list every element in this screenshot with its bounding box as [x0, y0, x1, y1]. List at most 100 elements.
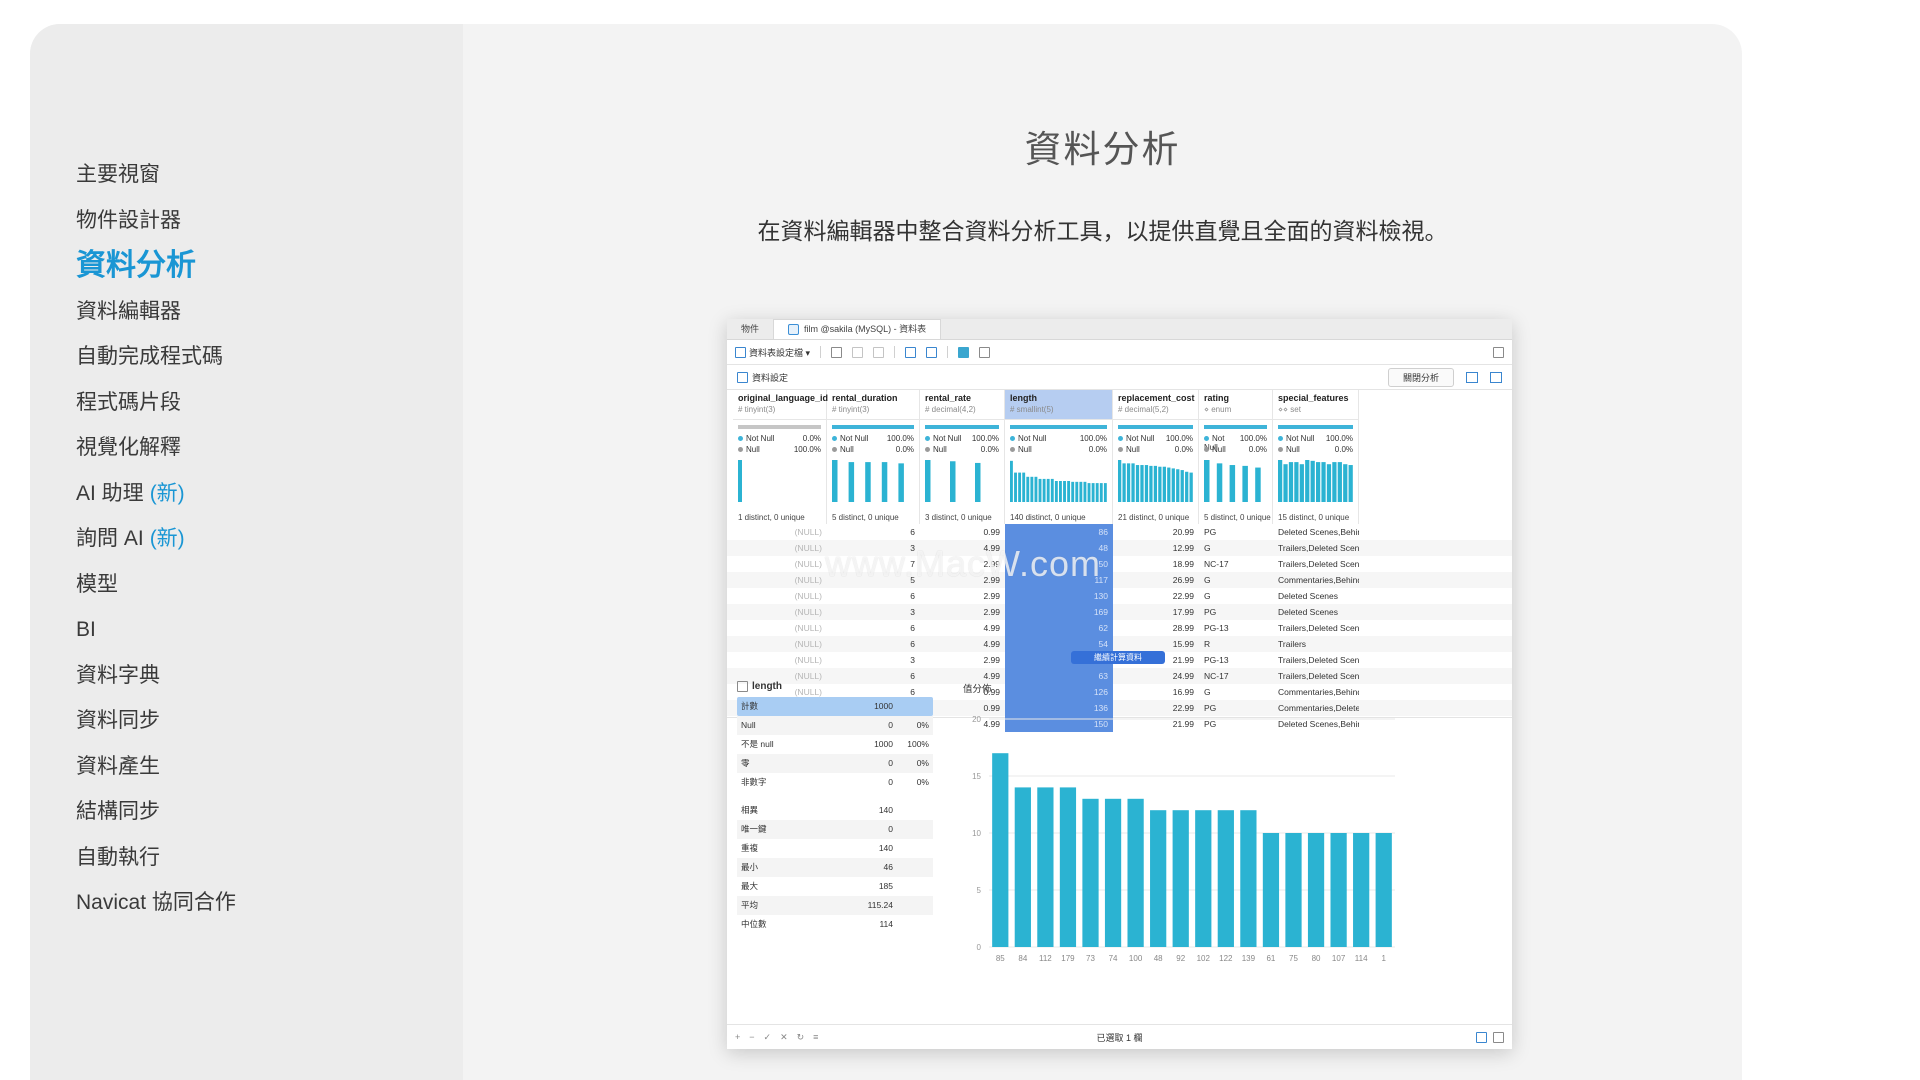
table-row[interactable]: (NULL) 3 2.99 169 17.99 PG Deleted Scenes	[727, 604, 1512, 620]
export-dropdown-icon[interactable]	[979, 346, 991, 358]
table-cell-rental_rate[interactable]: 2.99	[920, 652, 1005, 668]
sidebar-item[interactable]: 資料分析	[76, 243, 236, 289]
table-row[interactable]: (NULL) 6 4.99 62 28.99 PG-13 Trailers,Deleted …	[727, 620, 1512, 636]
chart-bar[interactable]	[1375, 833, 1392, 947]
fullscreen-icon[interactable]	[1493, 346, 1504, 358]
stat-row[interactable]: Null 0 0%	[737, 716, 933, 735]
table-row[interactable]: (NULL) 5 2.99 117 26.99 G Commentaries,Behind …	[727, 572, 1512, 588]
table-cell-original_language_id[interactable]: (NULL)	[733, 572, 827, 588]
table-cell-rating[interactable]: G	[1199, 540, 1273, 556]
chart-bar[interactable]	[1353, 833, 1370, 947]
close-analysis-button[interactable]: 關閉分析	[1387, 367, 1454, 387]
table-cell-replacement_cost[interactable]: 15.99	[1113, 636, 1199, 652]
chart-bar[interactable]	[1330, 833, 1347, 947]
table-cell-original_language_id[interactable]: (NULL)	[733, 524, 827, 540]
chart-bar[interactable]	[1217, 810, 1234, 947]
chart-bar[interactable]	[1195, 810, 1212, 947]
sidebar-item[interactable]: 主要視窗	[76, 152, 236, 198]
table-cell-original_language_id[interactable]: (NULL)	[733, 588, 827, 604]
chart-bar[interactable]	[992, 753, 1009, 947]
sidebar-item[interactable]: 物件設計器	[76, 198, 236, 244]
column-header-rental_duration[interactable]: rental_duration # tinyint(3)	[827, 390, 920, 420]
table-cell-rental_duration[interactable]: 6	[827, 588, 920, 604]
chart-bar[interactable]	[1307, 833, 1325, 947]
table-cell-special_features[interactable]: Deleted Scenes	[1273, 588, 1359, 604]
chart-bar[interactable]	[1059, 787, 1077, 947]
column-header-replacement_cost[interactable]: replacement_cost # decimal(5,2)	[1113, 390, 1199, 420]
table-cell-length[interactable]: 169	[1005, 604, 1113, 620]
table-cell-rental_duration[interactable]: 5	[827, 572, 920, 588]
table-cell-length[interactable]: 50	[1005, 556, 1113, 572]
table-cell-rating[interactable]: PG-13	[1199, 652, 1273, 668]
table-cell-replacement_cost[interactable]: 22.99	[1113, 588, 1199, 604]
table-cell-replacement_cost[interactable]: 17.99	[1113, 604, 1199, 620]
table-cell-rental_rate[interactable]: 2.99	[920, 604, 1005, 620]
continue-calc-button[interactable]: 繼續計算資料	[1071, 651, 1165, 664]
stat-row[interactable]: 中位數 114	[737, 915, 933, 934]
stat-row[interactable]: 不是 null 1000 100%	[737, 735, 933, 754]
table-cell-special_features[interactable]: Trailers,Deleted Scenes	[1273, 540, 1359, 556]
save-icon[interactable]	[831, 346, 843, 358]
stat-row[interactable]: 相異 140	[737, 801, 933, 820]
table-profile-button[interactable]: 資料表設定檔 ▾	[735, 346, 810, 359]
column-header-special_features[interactable]: special_features ⋄⋄ set	[1273, 390, 1359, 420]
chart-bar[interactable]	[1150, 810, 1167, 947]
data-settings-label[interactable]: 資料設定	[752, 371, 788, 384]
sidebar-item[interactable]: 詢問 AI (新)	[76, 516, 236, 562]
table-cell-rating[interactable]: NC-17	[1199, 556, 1273, 572]
table-cell-rating[interactable]: G	[1199, 572, 1273, 588]
table-cell-rental_duration[interactable]: 3	[827, 540, 920, 556]
table-cell-original_language_id[interactable]: (NULL)	[733, 620, 827, 636]
table-cell-rental_duration[interactable]: 6	[827, 620, 920, 636]
table-cell-special_features[interactable]: Deleted Scenes	[1273, 604, 1359, 620]
sidebar-item[interactable]: 程式碼片段	[76, 380, 236, 426]
chart-bar[interactable]	[1014, 787, 1031, 947]
table-cell-replacement_cost[interactable]: 18.99	[1113, 556, 1199, 572]
sidebar-item[interactable]: Navicat 協同合作	[76, 880, 236, 926]
stat-row[interactable]: 唯一鍵 0	[737, 820, 933, 839]
column-header-original_language_id[interactable]: original_language_id # tinyint(3)	[733, 390, 828, 420]
table-cell-original_language_id[interactable]: (NULL)	[733, 652, 827, 668]
table-cell-special_features[interactable]: Trailers,Deleted Scenes	[1273, 652, 1359, 668]
table-cell-rental_rate[interactable]: 2.99	[920, 572, 1005, 588]
sidebar-item[interactable]: BI	[76, 607, 236, 653]
table-cell-rental_duration[interactable]: 6	[827, 524, 920, 540]
table-cell-length[interactable]: 86	[1005, 524, 1113, 540]
table-cell-rating[interactable]: G	[1199, 588, 1273, 604]
column-header-rating[interactable]: rating ⋄ enum	[1199, 390, 1273, 420]
table-cell-rental_duration[interactable]: 6	[827, 636, 920, 652]
grid-icon[interactable]	[926, 346, 938, 358]
chart-bar[interactable]	[1127, 798, 1144, 947]
column-header-rental_rate[interactable]: rental_rate # decimal(4,2)	[920, 390, 1005, 420]
table-cell-rating[interactable]: PG-13	[1199, 620, 1273, 636]
sidebar-item[interactable]: 資料產生	[76, 744, 236, 790]
sidebar-item[interactable]: 資料同步	[76, 698, 236, 744]
chart-bar[interactable]	[1082, 798, 1099, 947]
table-cell-rental_rate[interactable]: 0.99	[920, 524, 1005, 540]
edit-icon[interactable]	[905, 346, 917, 358]
table-cell-rental_duration[interactable]: 7	[827, 556, 920, 572]
table-cell-replacement_cost[interactable]: 26.99	[1113, 572, 1199, 588]
sidebar-item[interactable]: 視覺化解釋	[76, 425, 236, 471]
data-analysis-icon[interactable]	[958, 346, 970, 358]
table-cell-replacement_cost[interactable]: 20.99	[1113, 524, 1199, 540]
table-row[interactable]: (NULL) 6 4.99 54 15.99 R Trailers	[727, 636, 1512, 652]
sidebar-item[interactable]: 模型	[76, 562, 236, 608]
table-cell-special_features[interactable]: Trailers,Deleted Scenes	[1273, 620, 1359, 636]
panel-view-icon[interactable]	[1490, 371, 1502, 383]
table-cell-rental_duration[interactable]: 3	[827, 652, 920, 668]
table-cell-rental_rate[interactable]: 4.99	[920, 540, 1005, 556]
table-cell-rental_rate[interactable]: 2.99	[920, 588, 1005, 604]
table-cell-length[interactable]: 130	[1005, 588, 1113, 604]
chart-bar[interactable]	[1285, 833, 1302, 947]
table-row[interactable]: (NULL) 3 4.99 48 12.99 G Trailers,Deleted Scen…	[727, 540, 1512, 556]
sidebar-item[interactable]: 自動執行	[76, 835, 236, 881]
table-row[interactable]: (NULL) 6 2.99 130 22.99 G Deleted Scenes	[727, 588, 1512, 604]
stat-row[interactable]: 最大 185	[737, 877, 933, 896]
table-cell-rental_rate[interactable]: 2.99	[920, 556, 1005, 572]
table-cell-replacement_cost[interactable]: 12.99	[1113, 540, 1199, 556]
copy-icon[interactable]	[852, 346, 864, 358]
sidebar-item[interactable]: 自動完成程式碼	[76, 334, 236, 380]
data-settings-icon[interactable]	[737, 371, 748, 383]
table-cell-rental_duration[interactable]: 3	[827, 604, 920, 620]
